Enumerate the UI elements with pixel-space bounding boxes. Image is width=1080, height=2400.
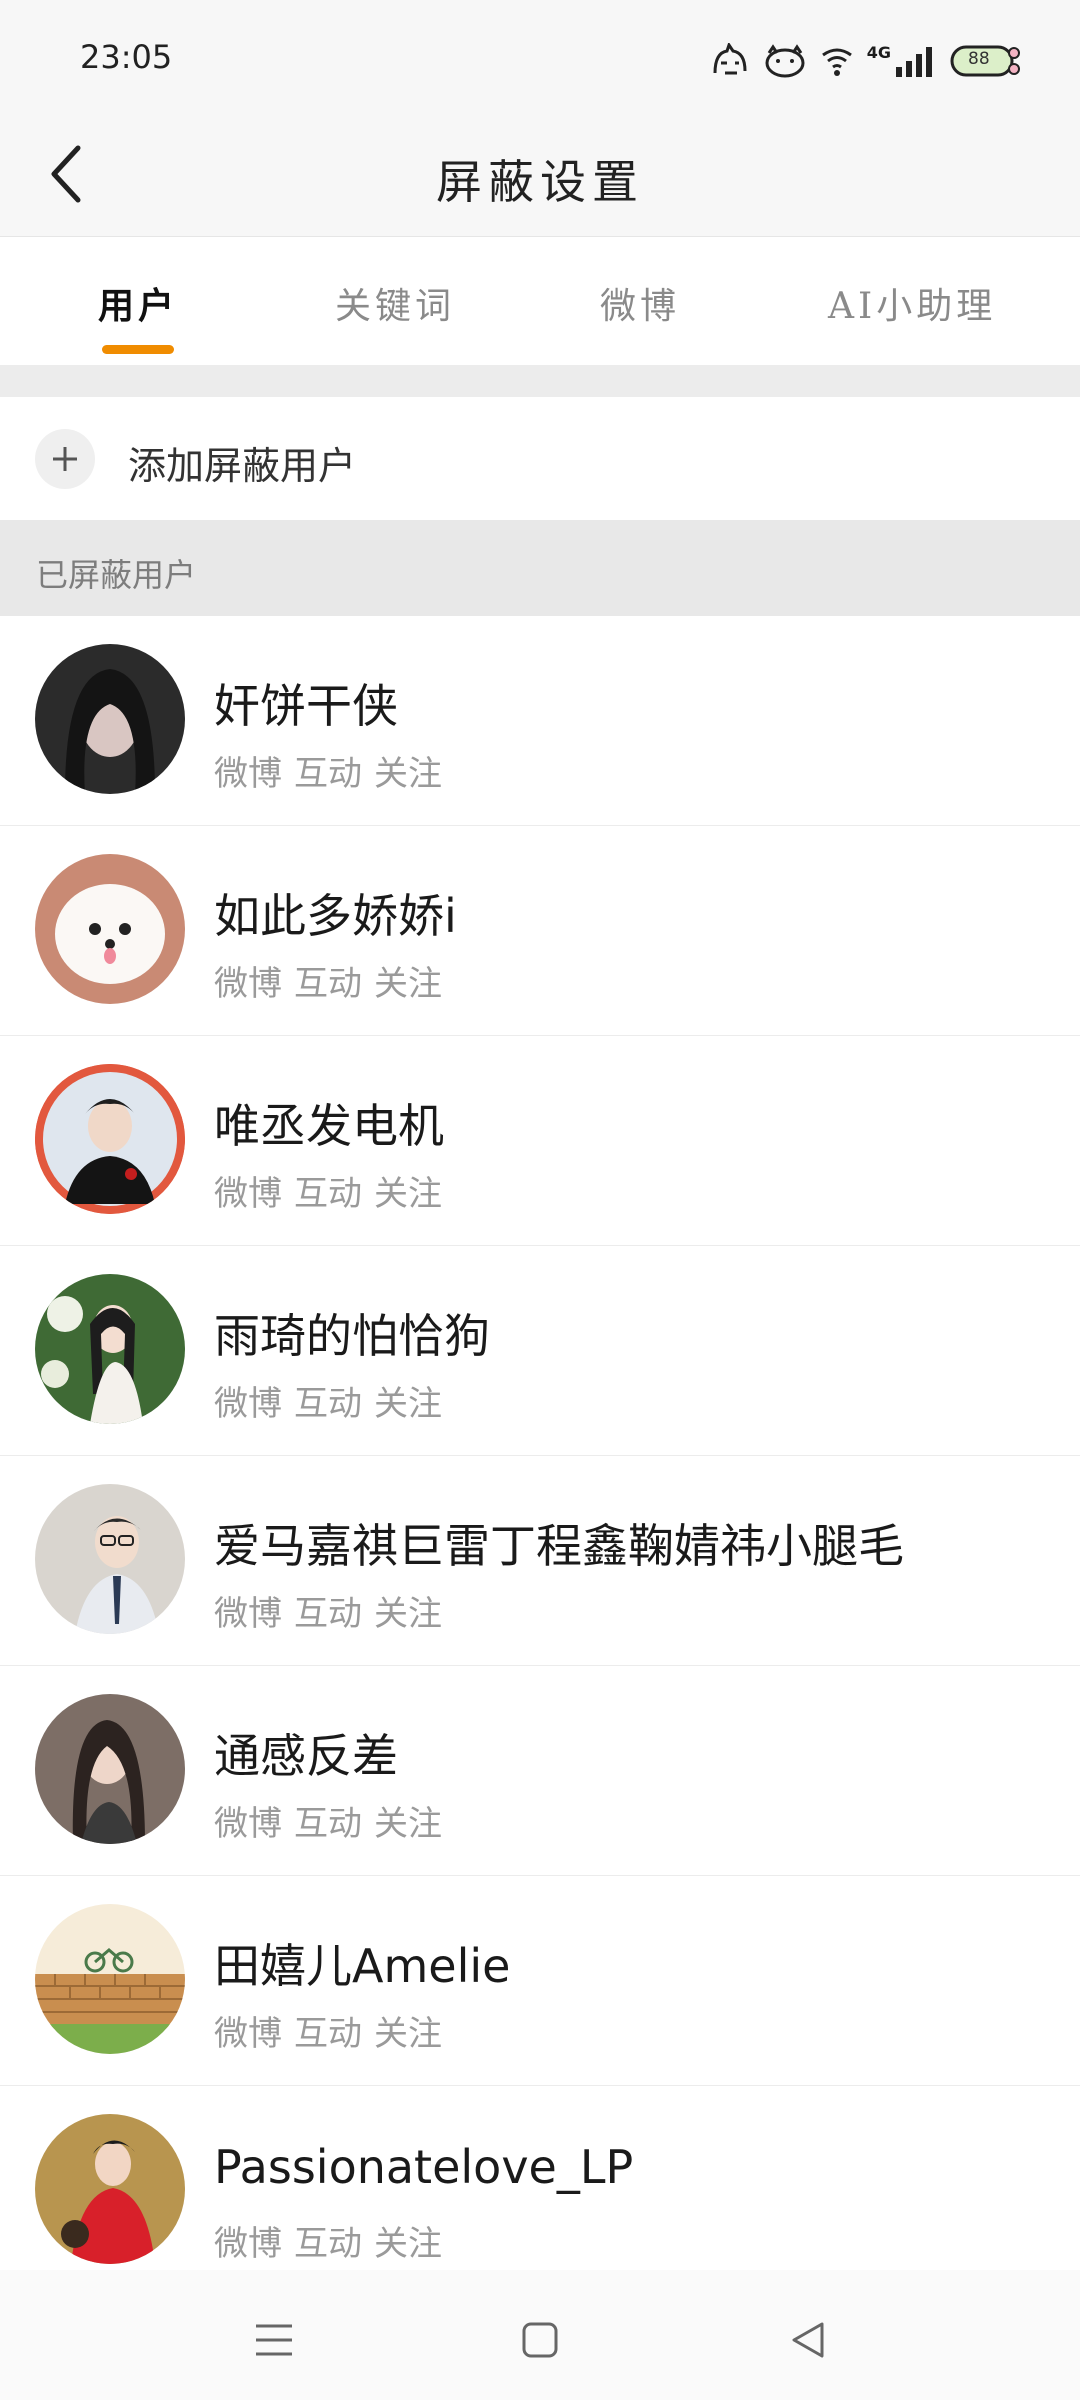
menu-icon: [256, 2324, 292, 2356]
list-item[interactable]: 雨琦的怕恰狗 微博 互动 关注: [0, 1246, 1080, 1456]
tab-keywords[interactable]: 关键词: [335, 277, 455, 329]
user-name: 奸饼干侠: [214, 679, 398, 733]
tag-interaction: 互动: [294, 2014, 362, 2054]
list-item[interactable]: Passionatelove_LP 微博 互动 关注: [0, 2086, 1080, 2296]
tag-weibo: 微博: [214, 964, 282, 1004]
header: 屏蔽设置: [0, 112, 1080, 237]
user-name: 唯丞发电机: [214, 1099, 444, 1153]
battery-icon: 88: [950, 43, 1020, 79]
list-item[interactable]: 田嬉儿Amelie 微博 互动 关注: [0, 1876, 1080, 2086]
tag-interaction: 互动: [294, 1594, 362, 1634]
tag-interaction: 互动: [294, 754, 362, 794]
add-blocked-user-button[interactable]: 添加屏蔽用户: [0, 397, 1080, 520]
status-bar: 23:05 4G 88: [0, 0, 1080, 112]
battery-level: 88: [968, 49, 990, 69]
user-name: Passionatelove_LP: [214, 2140, 634, 2194]
face-icon: [763, 43, 807, 79]
tag-interaction: 互动: [294, 964, 362, 1004]
user-tags: 微博 互动 关注: [214, 1796, 442, 1845]
add-blocked-user-label: 添加屏蔽用户: [128, 444, 357, 488]
avatar: [35, 854, 185, 1004]
system-nav-bar: [0, 2270, 1080, 2400]
network-type: 4G: [866, 43, 891, 62]
tab-bar: 用户 关键词 微博 AI小助理: [0, 237, 1080, 365]
user-tags: 微博 互动 关注: [214, 956, 442, 1005]
user-tags: 微博 互动 关注: [214, 1376, 442, 1425]
user-tags: 微博 互动 关注: [214, 2216, 442, 2265]
nav-back-button[interactable]: [778, 2310, 838, 2370]
list-item[interactable]: 唯丞发电机 微博 互动 关注: [0, 1036, 1080, 1246]
tab-users[interactable]: 用户: [98, 277, 178, 329]
status-icons: 4G 88: [711, 36, 1020, 86]
tag-interaction: 互动: [294, 2224, 362, 2264]
tag-weibo: 微博: [214, 1384, 282, 1424]
avatar: [35, 1274, 185, 1424]
tag-follow: 关注: [374, 2014, 442, 2054]
section-title: 已屏蔽用户: [36, 556, 197, 594]
active-tab-indicator: [102, 345, 174, 354]
list-item[interactable]: 如此多娇娇i 微博 互动 关注: [0, 826, 1080, 1036]
menu-button[interactable]: [244, 2310, 304, 2370]
tag-interaction: 互动: [294, 1174, 362, 1214]
tag-weibo: 微博: [214, 2224, 282, 2264]
list-item[interactable]: 通感反差 微博 互动 关注: [0, 1666, 1080, 1876]
tag-follow: 关注: [374, 1594, 442, 1634]
avatar: [35, 644, 185, 794]
tag-weibo: 微博: [214, 1804, 282, 1844]
user-tags: 微博 互动 关注: [214, 1586, 442, 1635]
wifi-icon: [819, 43, 855, 79]
avatar: [35, 1064, 185, 1214]
tab-ai-assistant[interactable]: AI小助理: [828, 277, 996, 329]
tab-weibo[interactable]: 微博: [600, 277, 680, 329]
user-tags: 微博 互动 关注: [214, 2006, 442, 2055]
user-tags: 微博 互动 关注: [214, 746, 442, 795]
section-divider: [0, 365, 1080, 397]
status-time: 23:05: [80, 38, 173, 76]
avatar: [35, 1694, 185, 1844]
avatar: [35, 1904, 185, 2054]
avatar: [35, 1484, 185, 1634]
page-title: 屏蔽设置: [436, 155, 644, 209]
user-name: 雨琦的怕恰狗: [214, 1309, 490, 1363]
user-name: 爱马嘉祺巨雷丁程鑫鞠婧祎小腿毛: [214, 1519, 904, 1573]
avatar: [35, 2114, 185, 2264]
tag-interaction: 互动: [294, 1384, 362, 1424]
tag-weibo: 微博: [214, 1174, 282, 1214]
user-tags: 微博 互动 关注: [214, 1166, 442, 1215]
list-item[interactable]: 奸饼干侠 微博 互动 关注: [0, 616, 1080, 826]
tag-interaction: 互动: [294, 1804, 362, 1844]
tag-follow: 关注: [374, 754, 442, 794]
tag-weibo: 微博: [214, 754, 282, 794]
user-name: 田嬉儿Amelie: [214, 1939, 511, 1993]
home-button[interactable]: [510, 2310, 570, 2370]
blocked-users-header: 已屏蔽用户: [0, 520, 1080, 616]
tag-follow: 关注: [374, 1804, 442, 1844]
back-triangle-icon: [792, 2322, 824, 2358]
user-name: 通感反差: [214, 1729, 398, 1783]
tag-follow: 关注: [374, 1174, 442, 1214]
home-square-icon: [522, 2322, 558, 2358]
tag-weibo: 微博: [214, 2014, 282, 2054]
tag-follow: 关注: [374, 2224, 442, 2264]
tag-weibo: 微博: [214, 1594, 282, 1634]
plus-icon: [35, 429, 95, 489]
list-item[interactable]: 爱马嘉祺巨雷丁程鑫鞠婧祎小腿毛 微博 互动 关注: [0, 1456, 1080, 1666]
tag-follow: 关注: [374, 1384, 442, 1424]
pet-icon: [711, 43, 751, 79]
signal-icon: 4G: [867, 43, 938, 79]
blocked-users-list: 奸饼干侠 微博 互动 关注 如此多娇娇i 微博 互动 关注 唯丞发电机 微博 互…: [0, 616, 1080, 2296]
tag-follow: 关注: [374, 964, 442, 1004]
user-name: 如此多娇娇i: [214, 889, 457, 943]
